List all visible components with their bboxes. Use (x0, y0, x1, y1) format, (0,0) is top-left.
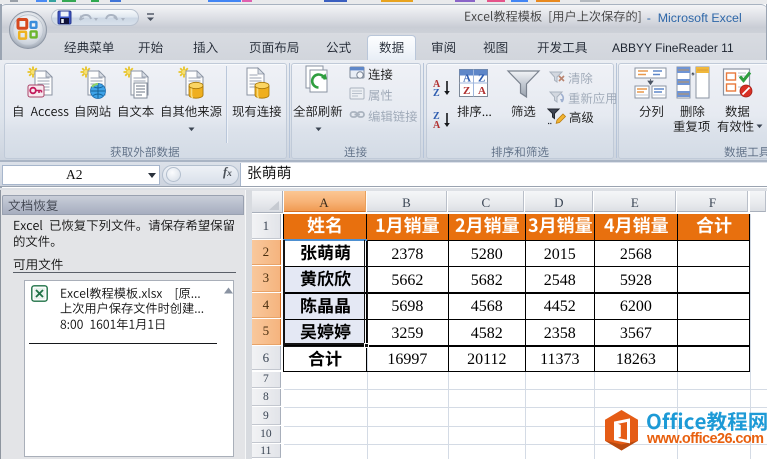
svg-text:Z: Z (463, 85, 470, 97)
svg-text:A: A (478, 85, 486, 97)
svg-text:Z: Z (433, 88, 440, 99)
svg-text:Z: Z (478, 73, 485, 85)
svg-text:A: A (463, 73, 471, 85)
svg-text:A: A (433, 120, 441, 130)
